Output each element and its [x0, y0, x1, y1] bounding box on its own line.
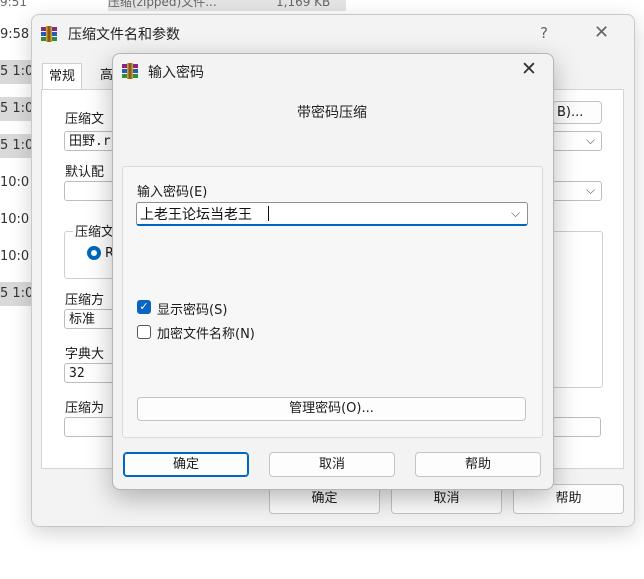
- chevron-down-icon[interactable]: ⌵: [511, 206, 520, 221]
- bg-list-time: 9:51: [0, 0, 27, 9]
- password-help-button[interactable]: 帮助: [415, 452, 541, 477]
- close-icon[interactable]: ✕: [521, 58, 537, 80]
- password-ok-button[interactable]: 确定: [123, 452, 249, 477]
- password-cancel-button[interactable]: 取消: [269, 452, 395, 477]
- dictionary-size-label: 字典大: [65, 347, 105, 362]
- text-caret: [268, 206, 269, 221]
- password-value[interactable]: 上老王论坛当老王: [140, 204, 252, 224]
- show-password-label[interactable]: 显示密码(S): [157, 299, 227, 318]
- archiving-options-group: [552, 231, 603, 388]
- close-icon[interactable]: ✕: [594, 22, 609, 43]
- bg-row-time: 10:0: [0, 249, 30, 264]
- rar-format-radio[interactable]: [86, 245, 102, 261]
- default-profile-label: 默认配: [65, 165, 105, 180]
- bg-row-time: 9:58: [0, 27, 30, 42]
- show-password-checkbox[interactable]: ✓: [137, 300, 151, 314]
- password-label: 输入密码(E): [137, 185, 208, 200]
- chevron-down-icon: ⌵: [586, 183, 596, 197]
- split-volumes-label: 压缩为: [65, 401, 105, 416]
- archive-name-label: 压缩文: [65, 112, 105, 127]
- bg-list-size: 1,169 KB: [276, 0, 346, 11]
- winrar-icon: [41, 26, 57, 42]
- parameters-field[interactable]: [552, 417, 601, 437]
- password-dialog-heading: 带密码压缩: [297, 105, 367, 121]
- tab-general[interactable]: 常规: [42, 63, 83, 90]
- password-dialog-title: 输入密码: [148, 65, 204, 81]
- bg-row-time: 10:0: [0, 175, 30, 190]
- chevron-down-icon: ⌵: [586, 133, 596, 147]
- help-icon[interactable]: ?: [540, 24, 548, 42]
- encrypt-file-names-label[interactable]: 加密文件名称(N): [157, 323, 255, 342]
- browse-button[interactable]: B)...: [552, 101, 602, 124]
- bg-list-filetype: 压缩(zipped)文件...: [108, 0, 276, 11]
- archive-dialog-title: 压缩文件名和参数: [68, 27, 180, 43]
- winrar-icon: [122, 63, 138, 79]
- encrypt-file-names-checkbox[interactable]: [137, 325, 151, 339]
- bg-row-time: 10:0: [0, 212, 30, 227]
- organize-passwords-button[interactable]: 管理密码(O)...: [137, 397, 526, 421]
- archive-format-label: 压缩文: [73, 221, 117, 240]
- compression-method-label: 压缩方: [65, 293, 105, 308]
